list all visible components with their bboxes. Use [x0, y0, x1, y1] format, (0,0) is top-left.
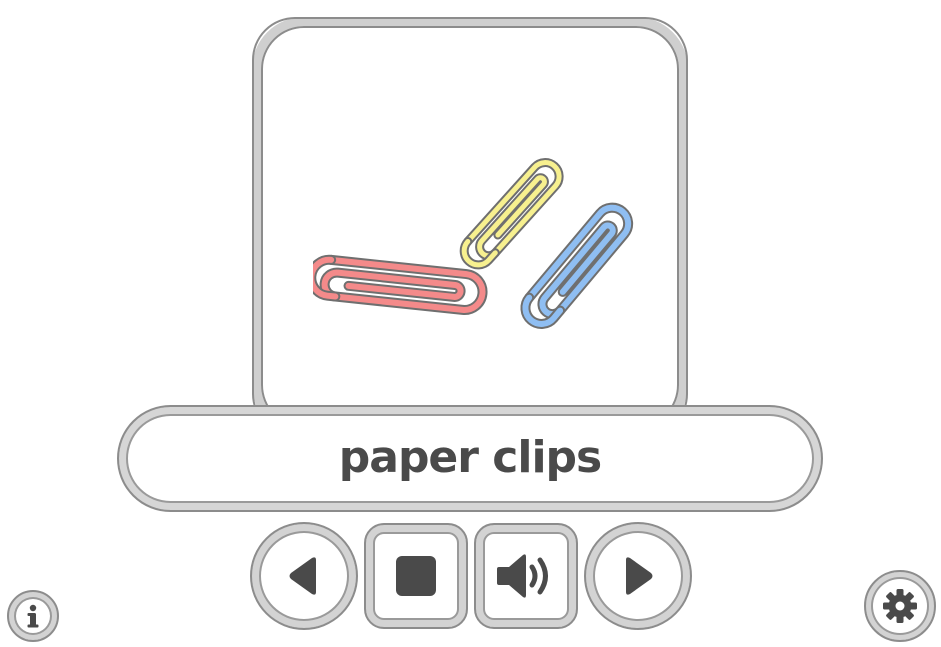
- playback-controls: [250, 522, 692, 632]
- paper-clips-image: [313, 158, 634, 329]
- next-button[interactable]: [584, 522, 692, 630]
- info-button[interactable]: [7, 590, 59, 642]
- yellow-paper-clip: [459, 158, 564, 270]
- triangle-right-icon: [626, 557, 653, 595]
- blue-paper-clip: [520, 202, 634, 329]
- speaker-icon: [497, 554, 548, 598]
- previous-button[interactable]: [250, 522, 358, 630]
- flashcard-screen: paper clips: [0, 0, 941, 647]
- square-stop-icon: [396, 556, 436, 596]
- info-icon: [27, 604, 39, 628]
- triangle-left-icon: [289, 557, 316, 595]
- image-card: [252, 17, 688, 437]
- settings-button[interactable]: [864, 570, 936, 642]
- speaker-button[interactable]: [474, 523, 578, 629]
- red-paper-clip: [313, 254, 488, 315]
- word-label: paper clips: [338, 432, 602, 483]
- gear-icon: [883, 589, 917, 623]
- stop-button[interactable]: [364, 523, 468, 629]
- word-banner: paper clips: [117, 405, 823, 512]
